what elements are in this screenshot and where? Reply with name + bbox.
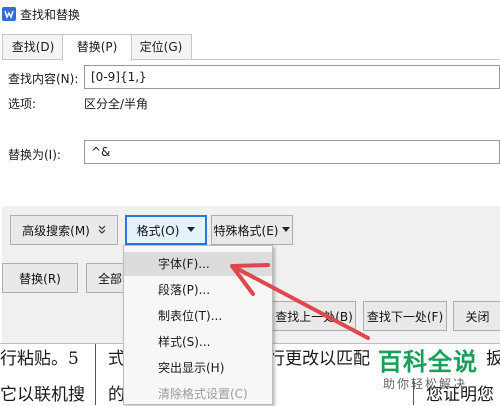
watermark-brand: 百科全说 <box>378 348 478 376</box>
watermark-tagline: 助你轻松解决 <box>383 377 468 391</box>
tab-replace[interactable]: 替换(P) <box>62 34 132 61</box>
